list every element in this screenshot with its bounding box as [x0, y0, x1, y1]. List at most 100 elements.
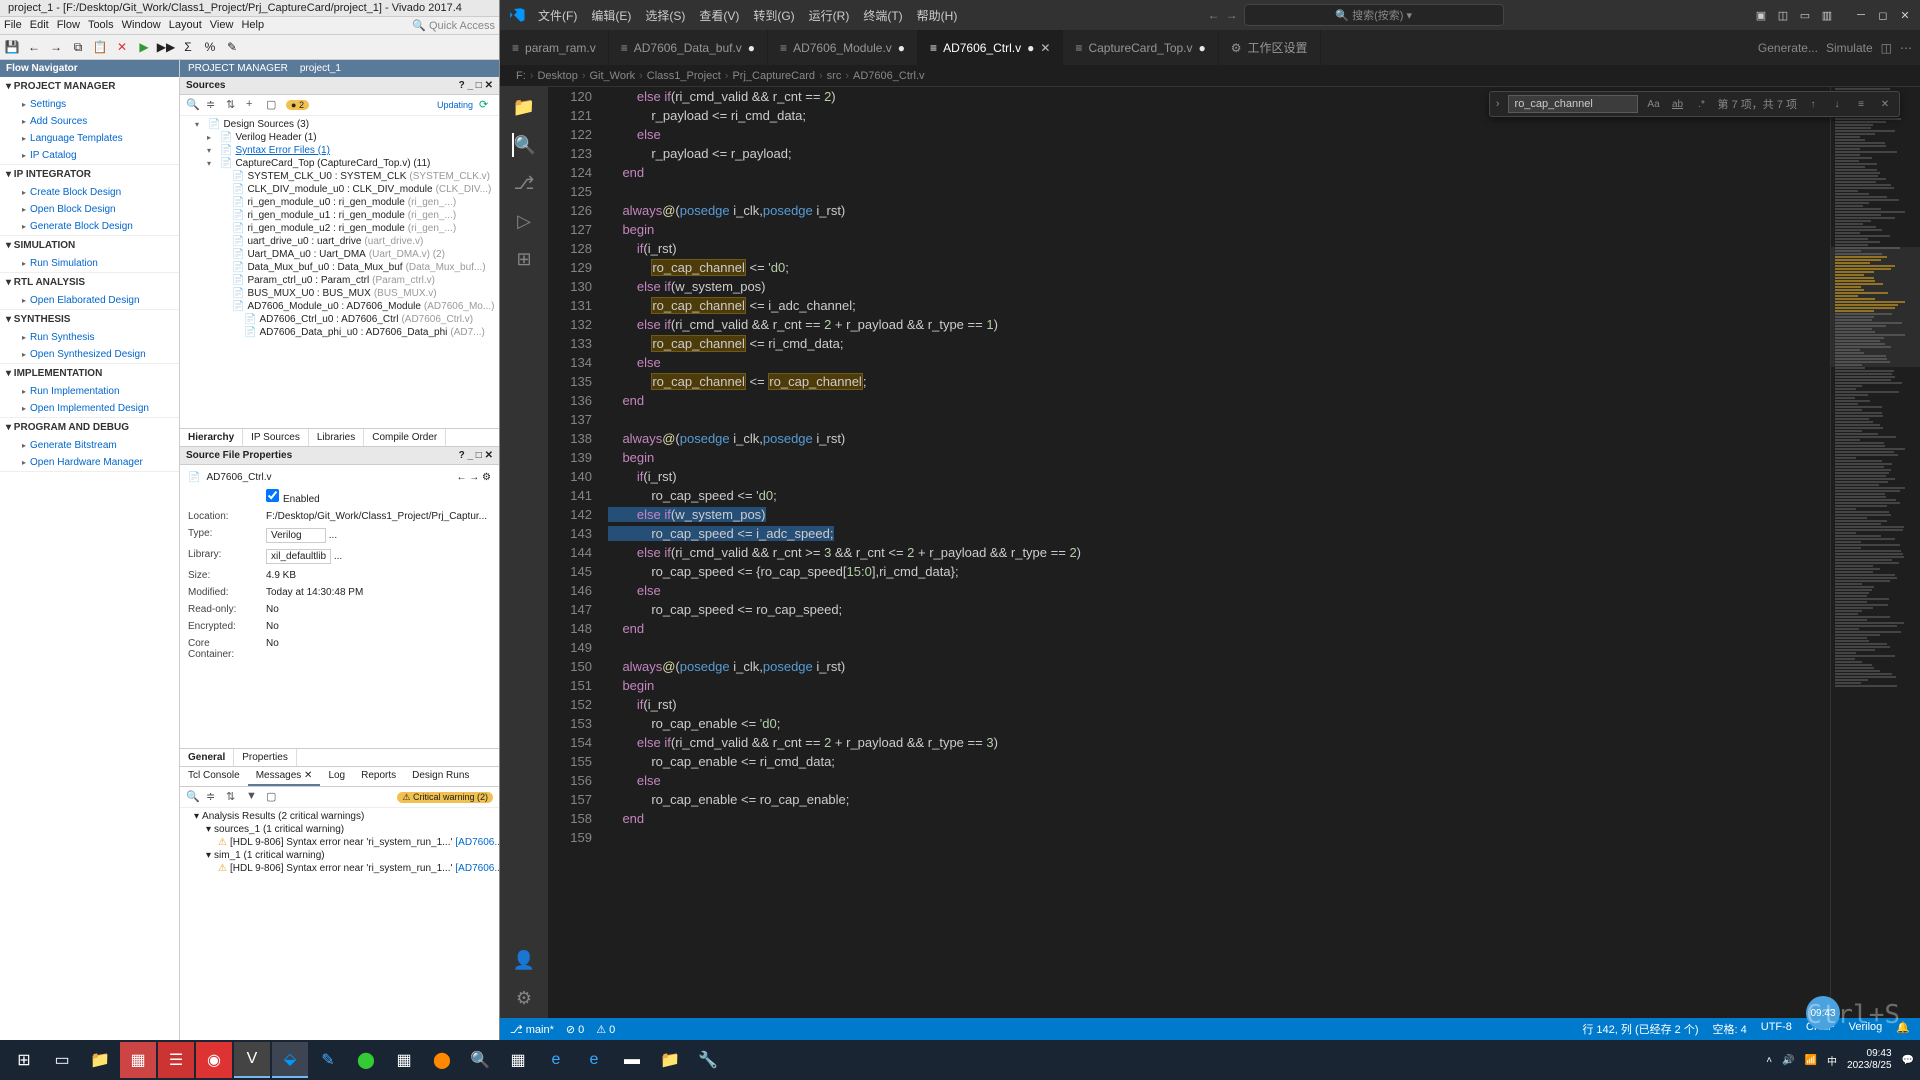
code-line[interactable]: ro_cap_channel <= 'd0;: [608, 258, 1830, 277]
sources-tab[interactable]: Libraries: [309, 429, 364, 446]
code-line[interactable]: end: [608, 391, 1830, 410]
menu-file[interactable]: File: [4, 19, 22, 32]
expand-icon[interactable]: ⇅: [226, 790, 240, 804]
code-line[interactable]: [608, 410, 1830, 429]
tree-item[interactable]: ▾📄 CaptureCard_Top (CaptureCard_Top.v) (…: [182, 157, 497, 170]
minimap[interactable]: [1830, 87, 1920, 1018]
code-line[interactable]: if(i_rst): [608, 239, 1830, 258]
next-match-icon[interactable]: ↓: [1829, 96, 1845, 112]
code-line[interactable]: [608, 828, 1830, 847]
flow-item[interactable]: Run Implementation: [0, 383, 179, 400]
app-icon[interactable]: ▦: [120, 1042, 156, 1078]
crumb[interactable]: Prj_CaptureCard: [732, 70, 815, 82]
code-line[interactable]: end: [608, 619, 1830, 638]
app-icon[interactable]: ⬤: [424, 1042, 460, 1078]
ime-icon[interactable]: 中: [1827, 1053, 1837, 1068]
crumb[interactable]: src: [827, 70, 842, 82]
match-case-icon[interactable]: Aa: [1646, 96, 1662, 112]
tree-item[interactable]: 📄 ri_gen_module_u0 : ri_gen_module (ri_g…: [182, 196, 497, 209]
crumb[interactable]: Git_Work: [589, 70, 635, 82]
find-widget[interactable]: › Aa ab .* 第 7 项，共 7 项 ↑ ↓ ≡ ✕: [1489, 91, 1900, 117]
code-line[interactable]: always@(posedge i_clk,posedge i_rst): [608, 429, 1830, 448]
layout-icon[interactable]: ▥: [1820, 8, 1834, 22]
flow-item[interactable]: Add Sources: [0, 113, 179, 130]
code-line[interactable]: ro_cap_channel <= i_adc_channel;: [608, 296, 1830, 315]
settings-icon[interactable]: ⚙: [512, 986, 536, 1010]
back-icon[interactable]: ←: [26, 39, 42, 55]
close-icon[interactable]: ✕: [1040, 41, 1050, 55]
collapse-icon[interactable]: ≑: [206, 790, 220, 804]
code-line[interactable]: always@(posedge i_clk,posedge i_rst): [608, 201, 1830, 220]
code-line[interactable]: else if(ri_cmd_valid && r_cnt == 2 + r_p…: [608, 315, 1830, 334]
edit-icon[interactable]: ✎: [224, 39, 240, 55]
code-line[interactable]: r_payload <= r_payload;: [608, 144, 1830, 163]
notifications-icon[interactable]: 💬: [1902, 1055, 1914, 1066]
language-indicator[interactable]: Verilog: [1849, 1021, 1883, 1037]
tree-item[interactable]: 📄 BUS_MUX_U0 : BUS_MUX (BUS_MUX.v): [182, 287, 497, 300]
menu-flow[interactable]: Flow: [57, 19, 80, 32]
msg-item[interactable]: ▾ sources_1 (1 critical warning): [182, 823, 497, 836]
chevron-right-icon[interactable]: ›: [1496, 98, 1500, 110]
notifications-icon[interactable]: 🔔: [1896, 1021, 1910, 1037]
code-editor[interactable]: 1201211221231241251261271281291301311321…: [548, 87, 1920, 1018]
search-icon[interactable]: 🔍: [186, 98, 200, 112]
msg-item[interactable]: ⚠ [HDL 9-806] Syntax error near 'ri_syst…: [182, 862, 497, 875]
app-icon[interactable]: ◉: [196, 1042, 232, 1078]
crumb[interactable]: F:: [516, 70, 526, 82]
menu-item[interactable]: 帮助(H): [917, 7, 958, 24]
props-tab[interactable]: General: [180, 749, 234, 766]
menu-view[interactable]: View: [210, 19, 234, 32]
msg-item[interactable]: ▾ Analysis Results (2 critical warnings): [182, 810, 497, 823]
tree-item[interactable]: 📄 AD7606_Module_u0 : AD7606_Module (AD76…: [182, 300, 497, 313]
code-line[interactable]: [608, 182, 1830, 201]
code-line[interactable]: ro_cap_speed <= ro_cap_speed;: [608, 600, 1830, 619]
tree-item[interactable]: 📄 Param_ctrl_u0 : Param_ctrl (Param_ctrl…: [182, 274, 497, 287]
app-icon[interactable]: 🔧: [690, 1042, 726, 1078]
nav-back-icon[interactable]: ←: [1208, 8, 1220, 22]
extensions-icon[interactable]: ⊞: [512, 247, 536, 271]
code-line[interactable]: ro_cap_channel <= ri_cmd_data;: [608, 334, 1830, 353]
flow-section-rtl-analysis[interactable]: ▾ RTL ANALYSIS: [0, 273, 179, 292]
menu-item[interactable]: 编辑(E): [591, 7, 631, 24]
msgs-tab[interactable]: Reports: [353, 767, 404, 786]
sources-tab[interactable]: IP Sources: [243, 429, 309, 446]
search-icon[interactable]: 🔍: [186, 790, 200, 804]
explorer-icon[interactable]: 📁: [82, 1042, 118, 1078]
cursor-position[interactable]: 行 142, 列 (已经存 2 个): [1582, 1021, 1698, 1037]
flow-section-ip-integrator[interactable]: ▾ IP INTEGRATOR: [0, 165, 179, 184]
nav-fwd-icon[interactable]: →: [1226, 8, 1238, 22]
menu-edit[interactable]: Edit: [30, 19, 49, 32]
editor-tab[interactable]: ≡AD7606_Ctrl.v ● ✕: [918, 30, 1063, 65]
tree-item[interactable]: 📄 AD7606_Data_phi_u0 : AD7606_Data_phi (…: [182, 326, 497, 339]
menu-item[interactable]: 转到(G): [753, 7, 794, 24]
minimize-icon[interactable]: ─: [1854, 8, 1868, 22]
flow-item[interactable]: Generate Block Design: [0, 218, 179, 235]
flow-item[interactable]: IP Catalog: [0, 147, 179, 164]
sources-tree[interactable]: ▾📄 Design Sources (3)▸📄 Verilog Header (…: [180, 116, 499, 428]
source-control-icon[interactable]: ⎇: [512, 171, 536, 195]
editor-tab[interactable]: ≡param_ram.v: [500, 30, 609, 65]
tree-item[interactable]: ▾📄 Design Sources (3): [182, 118, 497, 131]
search-icon[interactable]: 🔍: [462, 1042, 498, 1078]
explorer-icon[interactable]: 📁: [512, 95, 536, 119]
step-icon[interactable]: ▶▶: [158, 39, 174, 55]
layout-icon[interactable]: ▣: [1754, 8, 1768, 22]
account-icon[interactable]: 👤: [512, 948, 536, 972]
crumb[interactable]: Class1_Project: [647, 70, 721, 82]
flow-item[interactable]: Open Hardware Manager: [0, 454, 179, 471]
code-line[interactable]: if(i_rst): [608, 467, 1830, 486]
editor-tab[interactable]: ⚙工作区设置: [1219, 30, 1321, 65]
tab-action[interactable]: Generate...: [1758, 41, 1818, 55]
tree-item[interactable]: 📄 Data_Mux_buf_u0 : Data_Mux_buf (Data_M…: [182, 261, 497, 274]
flow-item[interactable]: Create Block Design: [0, 184, 179, 201]
split-icon[interactable]: ◫: [1881, 41, 1892, 55]
tree-item[interactable]: 📄 CLK_DIV_module_u0 : CLK_DIV_module (CL…: [182, 183, 497, 196]
menu-window[interactable]: Window: [122, 19, 161, 32]
flow-item[interactable]: Generate Bitstream: [0, 437, 179, 454]
app-icon[interactable]: ▦: [386, 1042, 422, 1078]
flow-section-simulation[interactable]: ▾ SIMULATION: [0, 236, 179, 255]
refresh-icon[interactable]: ⟳: [479, 98, 493, 112]
edge-icon[interactable]: e: [538, 1042, 574, 1078]
tree-item[interactable]: 📄 ri_gen_module_u1 : ri_gen_module (ri_g…: [182, 209, 497, 222]
close-icon[interactable]: ✕: [1898, 8, 1912, 22]
